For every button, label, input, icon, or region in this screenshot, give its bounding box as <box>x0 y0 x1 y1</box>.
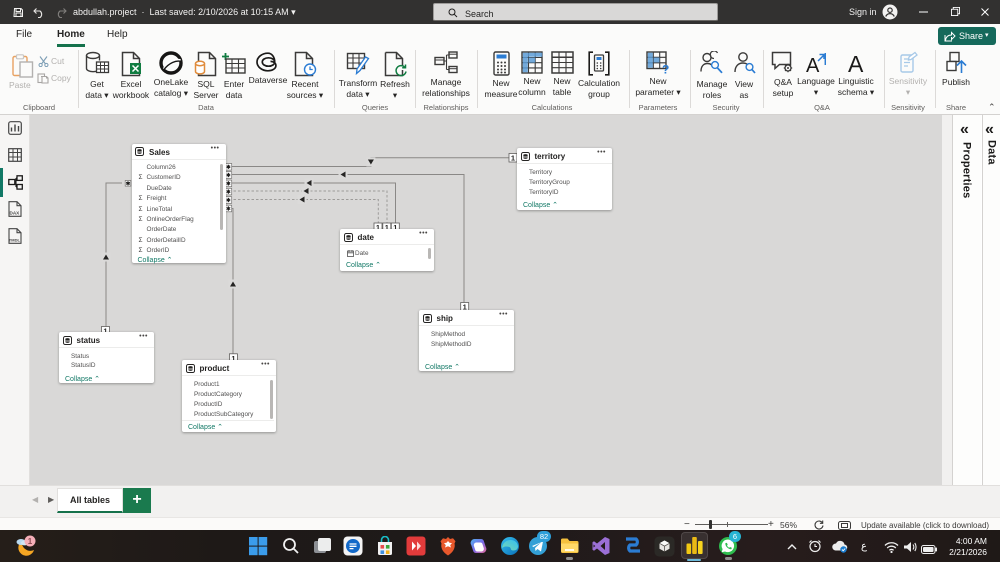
svg-text:1: 1 <box>511 154 515 163</box>
svg-text:TMDL: TMDL <box>9 238 21 243</box>
svg-text:A: A <box>848 51 864 74</box>
svg-text:DAX: DAX <box>10 211 21 216</box>
svg-text:1: 1 <box>28 537 33 546</box>
svg-text:?: ? <box>662 63 669 75</box>
